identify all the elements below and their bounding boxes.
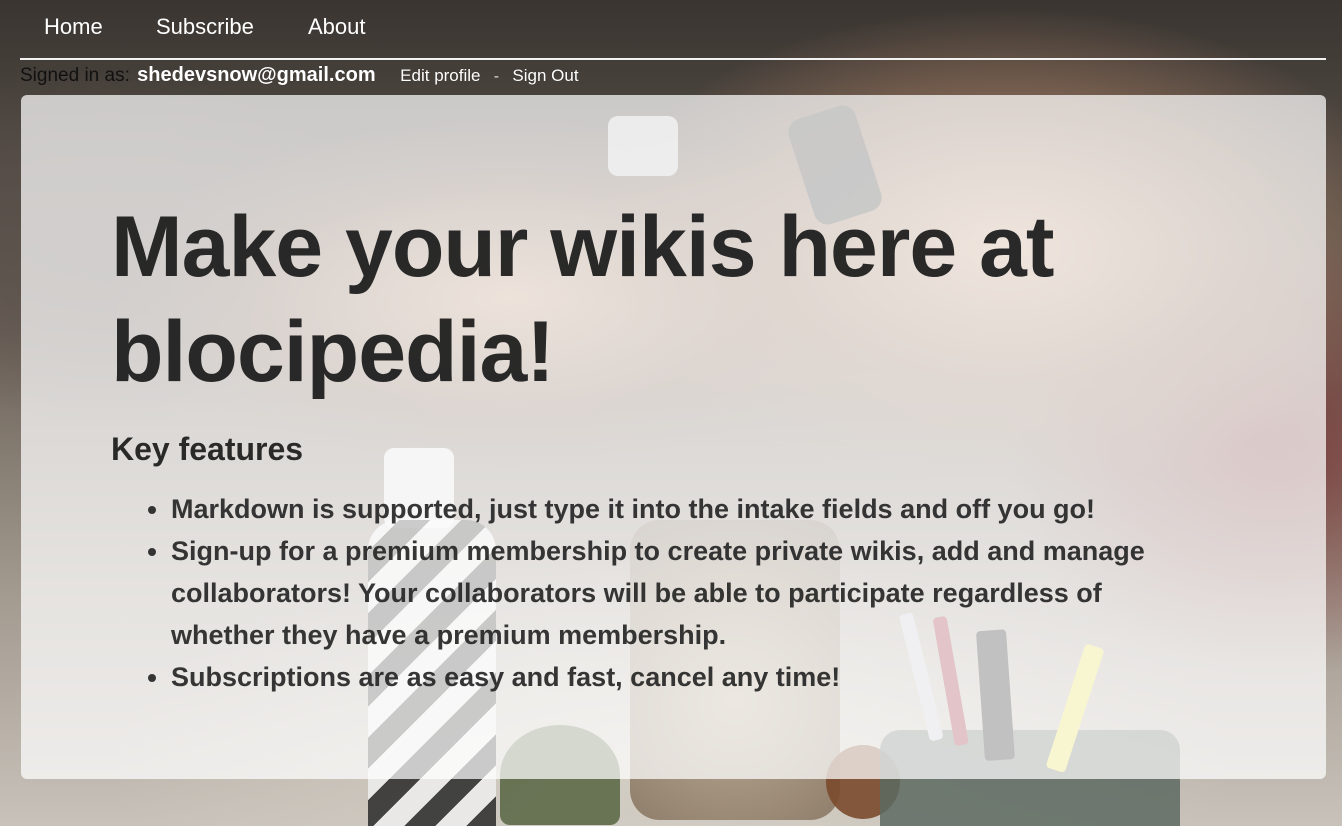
edit-profile-link[interactable]: Edit profile [400,66,480,85]
sign-out-link[interactable]: Sign Out [512,66,578,85]
feature-item: Sign-up for a premium membership to crea… [171,530,1211,656]
feature-item: Markdown is supported, just type it into… [171,488,1211,530]
user-email: shedevsnow@gmail.com [137,64,376,86]
session-bar: Signed in as: shedevsnow@gmail.com Edit … [20,64,579,92]
features-heading: Key features [111,430,304,467]
nav-subscribe-link[interactable]: Subscribe [156,14,254,40]
signed-in-label: Signed in as: [20,65,130,86]
top-navigation: Home Subscribe About [20,0,1326,60]
link-separator: - [493,68,500,85]
page-title: Make your wikis here at blocipedia! [111,199,1055,400]
feature-item: Subscriptions are as easy and fast, canc… [171,656,1211,698]
nav-home-link[interactable]: Home [44,14,103,40]
nav-about-link[interactable]: About [308,14,366,40]
hero-panel: Make your wikis here at blocipedia! Key … [21,95,1326,779]
features-list: Markdown is supported, just type it into… [111,488,1211,698]
